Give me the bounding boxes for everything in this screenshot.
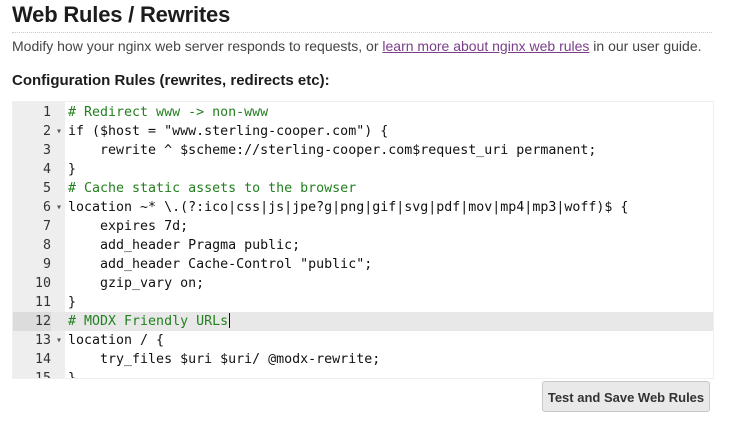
line-number: 15 — [34, 371, 51, 379]
code-line[interactable]: 15} — [13, 369, 713, 379]
config-rules-label: Configuration Rules (rewrites, redirects… — [12, 72, 330, 89]
fold-toggle-icon[interactable]: ▾ — [54, 198, 64, 217]
line-number: 7 — [42, 219, 51, 234]
code-text: gzip_vary on; — [68, 276, 205, 291]
line-number: 8 — [42, 238, 51, 253]
code-line[interactable]: 6 ▾ location ~* \.(?:ico|css|js|jpe?g|png|… — [13, 198, 713, 217]
fold-toggle-icon[interactable]: ▾ — [54, 331, 64, 350]
intro-text-after: in our user guide. — [589, 38, 702, 54]
code-text: try_files $uri $uri/ @modx-rewrite; — [68, 352, 381, 367]
code-line[interactable]: 14 try_files $uri $uri/ @modx-rewrite; — [13, 350, 713, 369]
code-line[interactable]: 7 expires 7d; — [13, 217, 713, 236]
line-number: 10 — [34, 276, 51, 291]
line-number: 1 — [42, 105, 51, 120]
line-number: 5 — [42, 181, 51, 196]
line-number: 13 — [34, 333, 51, 348]
code-text: if ($host = "www.sterling-cooper.com") { — [68, 124, 389, 139]
code-text: expires 7d; — [68, 219, 189, 234]
nginx-rules-guide-link[interactable]: learn more about nginx web rules — [382, 38, 589, 54]
line-number: 12 — [13, 312, 51, 331]
page-title: Web Rules / Rewrites — [12, 2, 231, 27]
line-number: 4 — [42, 162, 51, 177]
code-text: add_header Cache-Control "public"; — [68, 257, 373, 272]
code-line[interactable]: 1 # Redirect www -> non-www — [13, 103, 713, 122]
code-text: location ~* \.(?:ico|css|js|jpe?g|png|gi… — [68, 200, 629, 215]
fold-toggle-icon[interactable]: ▾ — [54, 122, 64, 141]
code-line[interactable]: 13 ▾ location / { — [13, 331, 713, 350]
code-text: location / { — [68, 333, 165, 348]
code-line[interactable]: 9 add_header Cache-Control "public"; — [13, 255, 713, 274]
code-text: # Redirect www -> non-www — [68, 105, 269, 120]
line-number: 3 — [42, 143, 51, 158]
code-text: } — [68, 371, 77, 379]
code-line[interactable]: 12 # MODX Friendly URLs — [13, 312, 713, 331]
line-number: 9 — [42, 257, 51, 272]
code-editor[interactable]: 1 # Redirect www -> non-www 2 ▾ if ($host = … — [12, 101, 714, 379]
code-text: } — [68, 295, 77, 310]
title-divider — [12, 32, 712, 33]
code-line[interactable]: 5 # Cache static assets to the browser — [13, 179, 713, 198]
line-number: 14 — [34, 352, 51, 367]
intro-text: Modify how your nginx web server respond… — [12, 38, 702, 54]
code-line[interactable]: 11} — [13, 293, 713, 312]
code-text: rewrite ^ $scheme://sterling-cooper.com$… — [68, 143, 597, 158]
code-line[interactable]: 8 add_header Pragma public; — [13, 236, 713, 255]
code-text: # Cache static assets to the browser — [68, 181, 357, 196]
line-number: 2 — [42, 124, 51, 139]
code-text: } — [68, 162, 77, 177]
test-and-save-button[interactable]: Test and Save Web Rules — [542, 381, 710, 412]
code-line[interactable]: 10 gzip_vary on; — [13, 274, 713, 293]
line-number: 6 — [42, 200, 51, 215]
code-text: add_header Pragma public; — [68, 238, 301, 253]
code-text: # MODX Friendly URLs — [68, 313, 231, 329]
intro-text-before: Modify how your nginx web server respond… — [12, 38, 383, 54]
code-line[interactable]: 3 rewrite ^ $scheme://sterling-cooper.co… — [13, 141, 713, 160]
line-number: 11 — [34, 295, 51, 310]
code-line[interactable]: 4} — [13, 160, 713, 179]
code-line[interactable]: 2 ▾ if ($host = "www.sterling-cooper.com")… — [13, 122, 713, 141]
text-caret — [229, 313, 231, 328]
